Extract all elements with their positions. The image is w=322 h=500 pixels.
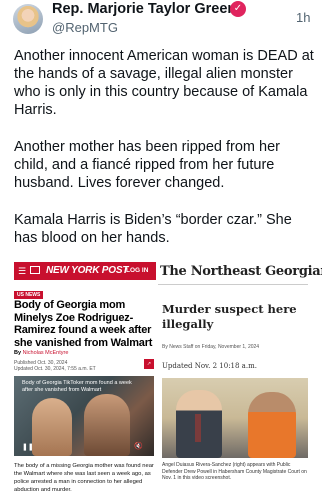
post-header: Rep. Marjorie Taylor Greene ✓ @RepMTG 1h	[0, 0, 322, 40]
post-paragraph: Another innocent American woman is DEAD …	[14, 48, 314, 118]
mail-icon	[30, 266, 40, 274]
nyp-article-screenshot[interactable]: ☰ NEW YORK POST LOG IN US NEWS Body of G…	[14, 262, 156, 500]
photo-tie	[195, 414, 201, 442]
post-paragraph: Another mother has been ripped from her …	[14, 139, 280, 191]
nyp-section-tag: US NEWS	[14, 291, 44, 299]
ng-updated: Updated Nov. 2 10:18 a.m.	[162, 362, 257, 370]
post-paragraph: Kamala Harris is Biden’s “border czar.” …	[14, 212, 292, 246]
menu-icon: ☰	[18, 266, 27, 276]
ng-byline: By News Staff on Friday, November 1, 202…	[162, 344, 260, 350]
ng-caption: Angel Duiasus Rivera-Sanchez (right) app…	[162, 462, 307, 481]
display-name[interactable]: Rep. Marjorie Taylor Greene	[52, 1, 244, 17]
nyp-login: LOG IN	[126, 267, 149, 274]
post-text: Another innocent American woman is DEAD …	[14, 47, 314, 266]
video-figure	[84, 394, 130, 456]
nyp-snippet: The body of a missing Georgia mother was…	[14, 463, 154, 493]
ng-court-photo	[162, 378, 308, 458]
nyp-top-bar: ☰ NEW YORK POST LOG IN	[14, 262, 156, 280]
ng-article-screenshot[interactable]: The Northeast Georgian Murder suspect he…	[158, 262, 322, 500]
nyp-byline-author: Nicholas McEntyre	[22, 350, 69, 356]
verified-badge-icon: ✓	[230, 1, 246, 17]
ng-masthead: The Northeast Georgian	[160, 264, 322, 279]
nyp-updated: Updated Oct. 30, 2024, 7:55 a.m. ET	[14, 366, 96, 372]
nyp-video-caption: Body of Georgia TikToker mom found a wee…	[22, 380, 132, 393]
mute-icon: 🔇	[134, 443, 143, 450]
nyp-byline-prefix: By	[14, 350, 23, 356]
nyp-dates: Published Oct. 30, 2024 Updated Oct. 30,…	[14, 360, 96, 372]
nyp-byline: By Nicholas McEntyre	[14, 350, 68, 356]
nyp-video-thumbnail: Body of Georgia TikToker mom found a wee…	[14, 376, 154, 456]
post-timestamp[interactable]: 1h	[296, 10, 310, 25]
divider	[158, 284, 308, 285]
nyp-logo: NEW YORK POST	[46, 265, 129, 276]
ng-headline: Murder suspect here illegally	[162, 302, 297, 331]
share-icon: ↗	[144, 359, 154, 369]
pause-icon: ❚❚	[22, 444, 34, 451]
photo-figure	[248, 392, 296, 458]
video-figure	[32, 398, 72, 456]
avatar[interactable]	[13, 4, 43, 34]
user-handle[interactable]: @RepMTG	[52, 20, 118, 35]
nyp-headline: Body of Georgia mom Minelys Zoe Rodrigue…	[14, 299, 153, 349]
